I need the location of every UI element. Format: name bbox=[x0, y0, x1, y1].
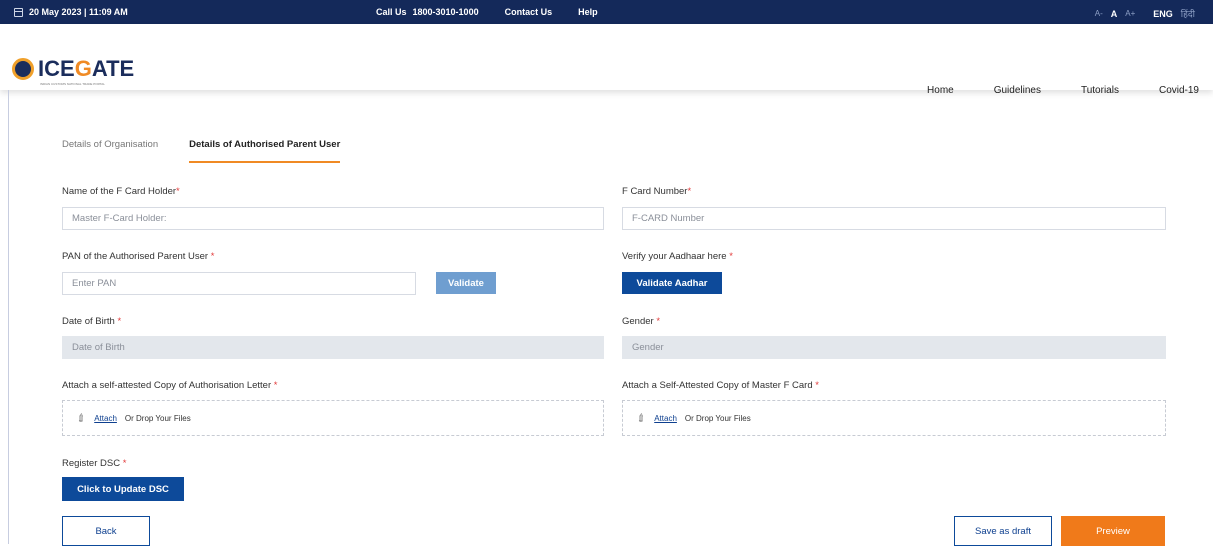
lang-english-button[interactable]: ENG bbox=[1153, 9, 1173, 19]
call-us[interactable]: Call Us 1800-3010-1000 bbox=[376, 7, 479, 17]
nav-tutorials[interactable]: Tutorials bbox=[1081, 85, 1119, 96]
paperclip-icon: ✐ bbox=[74, 410, 90, 426]
form-tabs: Details of Organisation Details of Autho… bbox=[62, 139, 341, 163]
fcard-number-label: F Card Number* bbox=[622, 186, 692, 197]
nav-covid[interactable]: Covid-19 bbox=[1159, 85, 1199, 96]
attach-link[interactable]: Attach bbox=[94, 414, 117, 423]
pan-input[interactable] bbox=[62, 272, 416, 295]
emblem-icon bbox=[12, 58, 34, 80]
validate-aadhaar-button[interactable]: Validate Aadhar bbox=[622, 272, 722, 294]
top-bar: 20 May 2023 | 11:09 AM Call Us 1800-3010… bbox=[0, 0, 1213, 24]
top-links: Call Us 1800-3010-1000 Contact Us Help bbox=[376, 7, 598, 17]
fcard-holder-input[interactable] bbox=[62, 207, 604, 230]
validate-pan-button[interactable]: Validate bbox=[436, 272, 496, 294]
site-header: ICEGATE INDIAN CUSTOMS NATIONAL TRADE PO… bbox=[0, 24, 1213, 96]
font-decrease-button[interactable]: A- bbox=[1095, 9, 1103, 18]
pan-label: PAN of the Authorised Parent User * bbox=[62, 251, 215, 262]
content-border bbox=[8, 90, 9, 544]
dob-label: Date of Birth * bbox=[62, 316, 122, 327]
gender-input[interactable] bbox=[622, 336, 1166, 359]
tab-authorised-parent-user[interactable]: Details of Authorised Parent User bbox=[189, 139, 341, 163]
save-draft-button[interactable]: Save as draft bbox=[954, 516, 1052, 546]
paperclip-icon: ✐ bbox=[634, 410, 650, 426]
fcard-number-input[interactable] bbox=[622, 207, 1166, 230]
logo-tagline: INDIAN CUSTOMS NATIONAL TRADE PORTAL bbox=[40, 82, 105, 86]
drop-text: Or Drop Your Files bbox=[684, 413, 751, 423]
master-fcard-label: Attach a Self-Attested Copy of Master F … bbox=[622, 380, 819, 391]
main-nav: Home Guidelines Tutorials Covid-19 bbox=[927, 85, 1199, 96]
preview-button[interactable]: Preview bbox=[1061, 516, 1165, 546]
font-increase-button[interactable]: A+ bbox=[1125, 9, 1135, 18]
update-dsc-button[interactable]: Click to Update DSC bbox=[62, 477, 184, 501]
datetime: 20 May 2023 | 11:09 AM bbox=[14, 7, 128, 17]
lang-hindi-button[interactable]: हिंदी bbox=[1181, 7, 1195, 20]
nav-home[interactable]: Home bbox=[927, 85, 954, 96]
call-us-label: Call Us bbox=[376, 7, 407, 17]
fcard-holder-label: Name of the F Card Holder* bbox=[62, 186, 180, 197]
dsc-label: Register DSC * bbox=[62, 458, 127, 469]
gender-label: Gender * bbox=[622, 316, 661, 327]
aadhaar-label: Verify your Aadhaar here * bbox=[622, 251, 733, 262]
auth-letter-label: Attach a self-attested Copy of Authorisa… bbox=[62, 380, 278, 391]
accessibility-controls: A- A A+ ENG हिंदी bbox=[1095, 7, 1195, 20]
calendar-icon bbox=[14, 7, 23, 17]
help-link[interactable]: Help bbox=[578, 7, 598, 17]
nav-guidelines[interactable]: Guidelines bbox=[994, 85, 1041, 96]
logo-wordmark: ICEGATE bbox=[38, 56, 135, 81]
master-fcard-dropzone[interactable]: ✐ Attach Or Drop Your Files bbox=[622, 400, 1166, 436]
attach-link[interactable]: Attach bbox=[654, 414, 677, 423]
auth-letter-dropzone[interactable]: ✐ Attach Or Drop Your Files bbox=[62, 400, 604, 436]
icegate-logo[interactable]: ICEGATE INDIAN CUSTOMS NATIONAL TRADE PO… bbox=[12, 56, 135, 86]
datetime-text: 20 May 2023 | 11:09 AM bbox=[29, 7, 128, 17]
dob-input[interactable] bbox=[62, 336, 604, 359]
font-normal-button[interactable]: A bbox=[1111, 9, 1118, 19]
tab-organisation[interactable]: Details of Organisation bbox=[62, 139, 158, 163]
back-button[interactable]: Back bbox=[62, 516, 150, 546]
call-us-number: 1800-3010-1000 bbox=[412, 7, 479, 17]
drop-text: Or Drop Your Files bbox=[124, 413, 191, 423]
contact-us-link[interactable]: Contact Us bbox=[505, 7, 553, 17]
